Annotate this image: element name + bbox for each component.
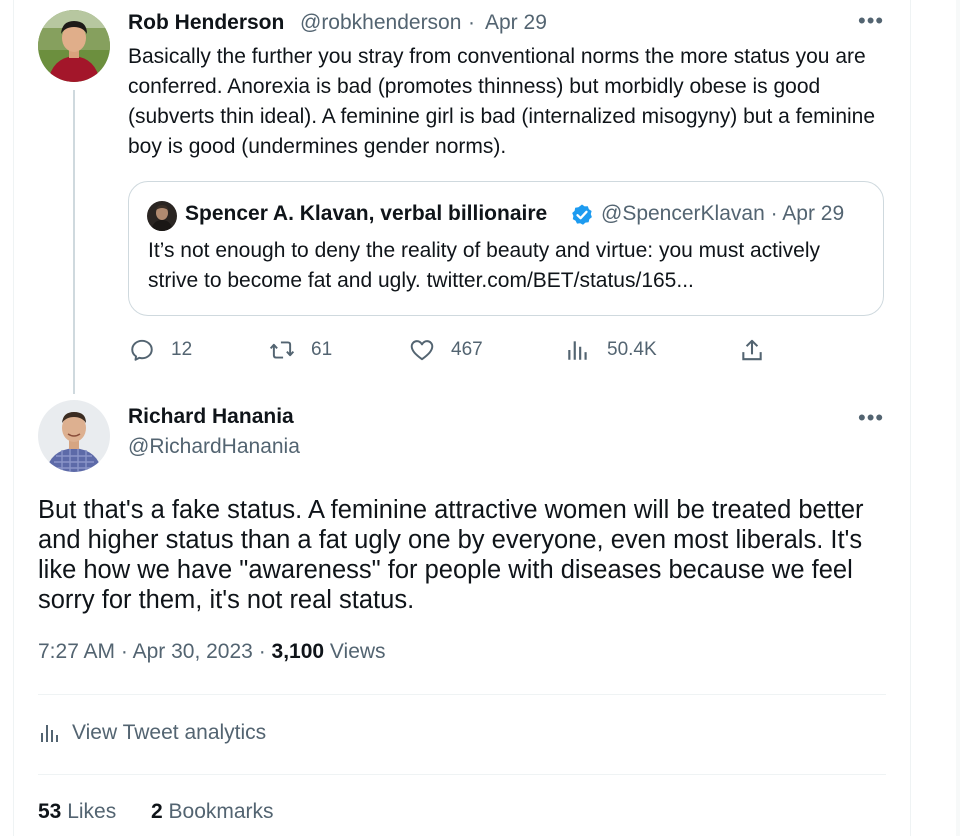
likes-stat-link[interactable]: 53 Likes	[38, 800, 116, 824]
tweet2-date[interactable]: Apr 30, 2023	[133, 640, 253, 663]
quote-author-name: Spencer A. Klavan, verbal billionaire	[185, 202, 548, 225]
quote-dot-separator: ·	[770, 202, 783, 225]
avatar-richard-hanania[interactable]	[38, 400, 110, 472]
more-horizontal-icon[interactable]: •••	[858, 405, 884, 431]
like-button[interactable]: 467	[409, 336, 483, 364]
quoted-tweet-card[interactable]: Spencer A. Klavan, verbal billionaire @S…	[128, 181, 884, 316]
bookmarks-count: 2	[151, 800, 169, 823]
analytics-label: View Tweet analytics	[72, 721, 267, 744]
tweet2-views-label: Views	[329, 640, 386, 663]
more-horizontal-icon[interactable]: •••	[858, 8, 884, 34]
retweet-count: 61	[311, 339, 333, 360]
tweet2-meta: 7:27 AM · Apr 30, 2023 · 3,100 Views	[38, 640, 386, 664]
tweet2-text: But that's a fake status. A feminine att…	[38, 496, 864, 614]
thread-connector-line	[73, 90, 75, 394]
views-count: 50.4K	[607, 339, 657, 360]
tweet1-author-name[interactable]: Rob Henderson	[128, 11, 284, 35]
bookmarks-label: Bookmarks	[168, 800, 274, 823]
views-chart-icon	[568, 341, 587, 360]
timeline-right-border	[910, 0, 911, 836]
divider	[38, 774, 886, 775]
reply-icon	[131, 339, 153, 361]
meta-dot-separator: ·	[258, 640, 272, 663]
divider	[38, 694, 886, 695]
tweet1-author-handle[interactable]: @robkhenderson	[300, 11, 461, 35]
bookmarks-stat-link[interactable]: 2 Bookmarks	[151, 800, 274, 824]
meta-dot-separator: ·	[120, 640, 133, 663]
avatar-rob-henderson[interactable]	[38, 10, 110, 82]
analytics-chart-icon	[41, 725, 58, 742]
tweet1-date[interactable]: Apr 29	[485, 11, 547, 35]
views-button[interactable]: 50.4K	[565, 336, 657, 364]
verified-badge-icon	[570, 203, 594, 227]
quote-text: It’s not enough to deny the reality of b…	[148, 239, 821, 292]
heart-icon	[410, 340, 434, 361]
reply-count: 12	[171, 339, 193, 360]
quote-date: Apr 29	[782, 202, 845, 225]
tweet2-views-count: 3,100	[271, 640, 330, 663]
right-rail	[956, 0, 960, 836]
view-tweet-analytics-link[interactable]: View Tweet analytics	[38, 721, 266, 745]
reply-button[interactable]: 12	[129, 336, 192, 364]
retweet-icon	[269, 341, 295, 359]
quote-author-handle-date: @SpencerKlavan · Apr 29	[601, 202, 844, 226]
tweet2-author-name[interactable]: Richard Hanania	[128, 405, 294, 429]
likes-label: Likes	[67, 800, 117, 823]
timeline-left-border	[13, 0, 14, 836]
tweet1-text: Basically the further you stray from con…	[128, 45, 876, 158]
tweet2-time[interactable]: 7:27 AM	[38, 640, 115, 663]
like-count: 467	[451, 339, 483, 360]
share-icon	[742, 339, 762, 361]
quote-author-handle: @SpencerKlavan	[601, 202, 765, 225]
likes-count: 53	[38, 800, 68, 823]
share-button[interactable]	[739, 336, 781, 364]
tweet1-dot-separator: ·	[468, 11, 475, 34]
tweet2-author-handle[interactable]: @RichardHanania	[128, 435, 300, 459]
avatar-spencer-klavan	[147, 201, 177, 231]
retweet-button[interactable]: 61	[269, 336, 332, 364]
